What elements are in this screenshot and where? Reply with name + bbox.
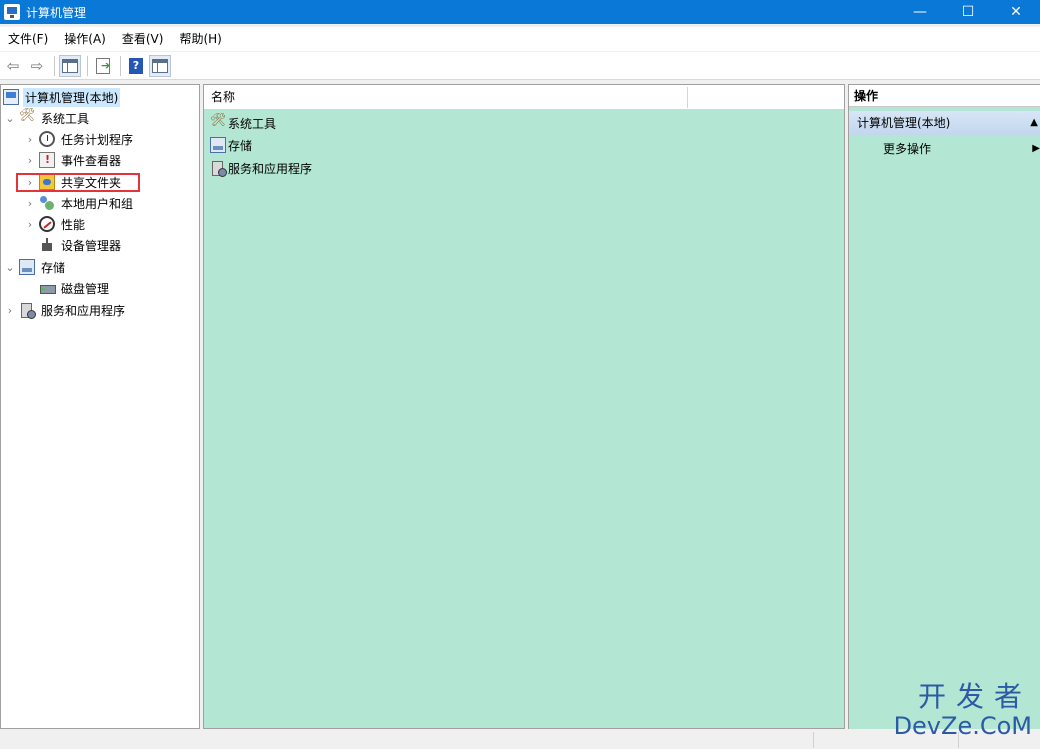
tree-item-services-applications[interactable]: › 服务和应用程序 bbox=[3, 300, 127, 320]
forward-arrow-icon: ⇨ bbox=[30, 56, 44, 75]
tree-item-label: 设备管理器 bbox=[61, 238, 122, 253]
expand-chevron-icon[interactable]: ⌄ bbox=[3, 261, 17, 274]
tree-item-event-viewer[interactable]: › 事件查看器 bbox=[23, 150, 123, 170]
actions-group-label: 计算机管理(本地) bbox=[857, 116, 951, 130]
toolbar-separator bbox=[120, 55, 121, 76]
minimize-button[interactable]: — bbox=[896, 0, 944, 24]
actions-header: 操作 bbox=[849, 85, 1040, 107]
list-item-services-applications[interactable]: 服务和应用程序 bbox=[210, 158, 312, 178]
tree-item-label: 系统工具 bbox=[41, 111, 90, 126]
expand-chevron-icon[interactable]: ⌄ bbox=[3, 112, 17, 125]
clock-icon bbox=[39, 131, 55, 147]
performance-gauge-icon bbox=[39, 216, 55, 232]
details-list: 名称 系统工具 存储 服务和应用程序 bbox=[203, 84, 845, 729]
watermark-cn: 开发者 bbox=[917, 680, 1032, 713]
submenu-arrow-icon: ▶ bbox=[1032, 143, 1040, 154]
collapse-arrow-icon[interactable]: ▲ bbox=[1030, 111, 1038, 135]
services-icon bbox=[19, 302, 36, 319]
system-tools-icon bbox=[210, 113, 227, 131]
status-divider bbox=[813, 732, 814, 748]
tree-item-label: 事件查看器 bbox=[61, 153, 122, 168]
expand-chevron-icon[interactable]: › bbox=[3, 304, 17, 317]
tree-item-label: 服务和应用程序 bbox=[41, 303, 126, 318]
help-button[interactable]: ? bbox=[125, 55, 147, 77]
actions-group-computer-management[interactable]: 计算机管理(本地) ▲ bbox=[849, 111, 1040, 135]
action-pane-icon bbox=[152, 58, 168, 73]
tree-item-label: 磁盘管理 bbox=[61, 281, 110, 296]
help-icon: ? bbox=[129, 57, 143, 74]
column-header-blank[interactable] bbox=[688, 85, 695, 110]
watermark: 开发者 DevZe.CoM bbox=[882, 680, 1032, 741]
toolbar: ⇦ ⇨ ? bbox=[0, 52, 1040, 80]
list-header: 名称 bbox=[204, 85, 844, 110]
forward-button[interactable]: ⇨ bbox=[26, 55, 48, 77]
highlight-annotation-box bbox=[16, 173, 140, 192]
tree-item-label: 计算机管理(本地) bbox=[23, 87, 121, 107]
list-item-storage[interactable]: 存储 bbox=[210, 135, 252, 155]
expand-chevron-icon[interactable]: › bbox=[23, 218, 37, 231]
show-hide-console-tree-button[interactable] bbox=[59, 54, 81, 77]
expand-chevron-icon[interactable]: › bbox=[23, 133, 37, 146]
tree-item-device-manager[interactable]: 设备管理器 bbox=[23, 235, 123, 255]
console-tree-icon bbox=[62, 58, 78, 73]
column-header-name[interactable]: 名称 bbox=[204, 85, 235, 110]
close-button[interactable]: ✕ bbox=[992, 0, 1040, 24]
services-icon bbox=[210, 160, 227, 177]
window-title: 计算机管理 bbox=[26, 5, 87, 20]
more-actions-label: 更多操作 bbox=[883, 142, 932, 156]
window-controls: — ☐ ✕ bbox=[896, 0, 1040, 24]
export-list-icon bbox=[96, 57, 110, 74]
users-icon bbox=[39, 195, 55, 211]
tree-item-performance[interactable]: › 性能 bbox=[23, 214, 87, 234]
watermark-en: DevZe.CoM bbox=[893, 712, 1032, 740]
menu-view[interactable]: 查看(V) bbox=[114, 27, 172, 51]
expand-chevron-icon[interactable]: › bbox=[23, 154, 37, 167]
list-item-system-tools[interactable]: 系统工具 bbox=[210, 113, 276, 133]
actions-pane: 操作 计算机管理(本地) ▲ 更多操作 ▶ bbox=[848, 84, 1040, 729]
list-item-label: 系统工具 bbox=[228, 116, 277, 131]
system-tools-icon bbox=[19, 108, 36, 126]
device-manager-icon bbox=[39, 237, 55, 253]
computer-management-icon bbox=[3, 89, 19, 105]
storage-icon bbox=[19, 259, 35, 275]
tree-item-label: 存储 bbox=[41, 260, 66, 275]
back-arrow-icon: ⇦ bbox=[6, 56, 20, 75]
toolbar-separator bbox=[54, 55, 55, 76]
tree-item-label: 性能 bbox=[61, 217, 86, 232]
menu-file[interactable]: 文件(F) bbox=[0, 27, 56, 51]
back-button[interactable]: ⇦ bbox=[2, 55, 24, 77]
list-item-label: 存储 bbox=[228, 138, 253, 153]
computer-management-icon bbox=[4, 4, 20, 20]
tree-item-label: 任务计划程序 bbox=[61, 132, 134, 147]
event-log-icon bbox=[39, 152, 55, 168]
show-hide-action-pane-button[interactable] bbox=[149, 54, 171, 77]
menu-action[interactable]: 操作(A) bbox=[56, 27, 114, 51]
toolbar-separator bbox=[87, 55, 88, 76]
menu-help[interactable]: 帮助(H) bbox=[171, 27, 229, 51]
menu-bar: 文件(F) 操作(A) 查看(V) 帮助(H) bbox=[0, 27, 1040, 51]
more-actions-item[interactable]: 更多操作 ▶ bbox=[883, 139, 1040, 159]
expand-chevron-icon[interactable]: › bbox=[23, 197, 37, 210]
export-list-button[interactable] bbox=[92, 55, 114, 77]
title-bar: 计算机管理 — ☐ ✕ bbox=[0, 0, 1040, 24]
tree-item-task-scheduler[interactable]: › 任务计划程序 bbox=[23, 129, 135, 149]
tree-item-computer-management[interactable]: 计算机管理(本地) bbox=[1, 87, 121, 107]
disk-icon bbox=[39, 280, 56, 296]
tree-item-label: 本地用户和组 bbox=[61, 196, 134, 211]
tree-item-disk-management[interactable]: 磁盘管理 bbox=[23, 278, 111, 298]
tree-item-storage[interactable]: ⌄ 存储 bbox=[3, 257, 67, 277]
tree-item-local-users-groups[interactable]: › 本地用户和组 bbox=[23, 193, 135, 213]
list-item-label: 服务和应用程序 bbox=[228, 161, 313, 176]
tree-item-system-tools[interactable]: ⌄ 系统工具 bbox=[3, 108, 91, 128]
storage-icon bbox=[210, 137, 226, 153]
maximize-button[interactable]: ☐ bbox=[944, 0, 992, 24]
